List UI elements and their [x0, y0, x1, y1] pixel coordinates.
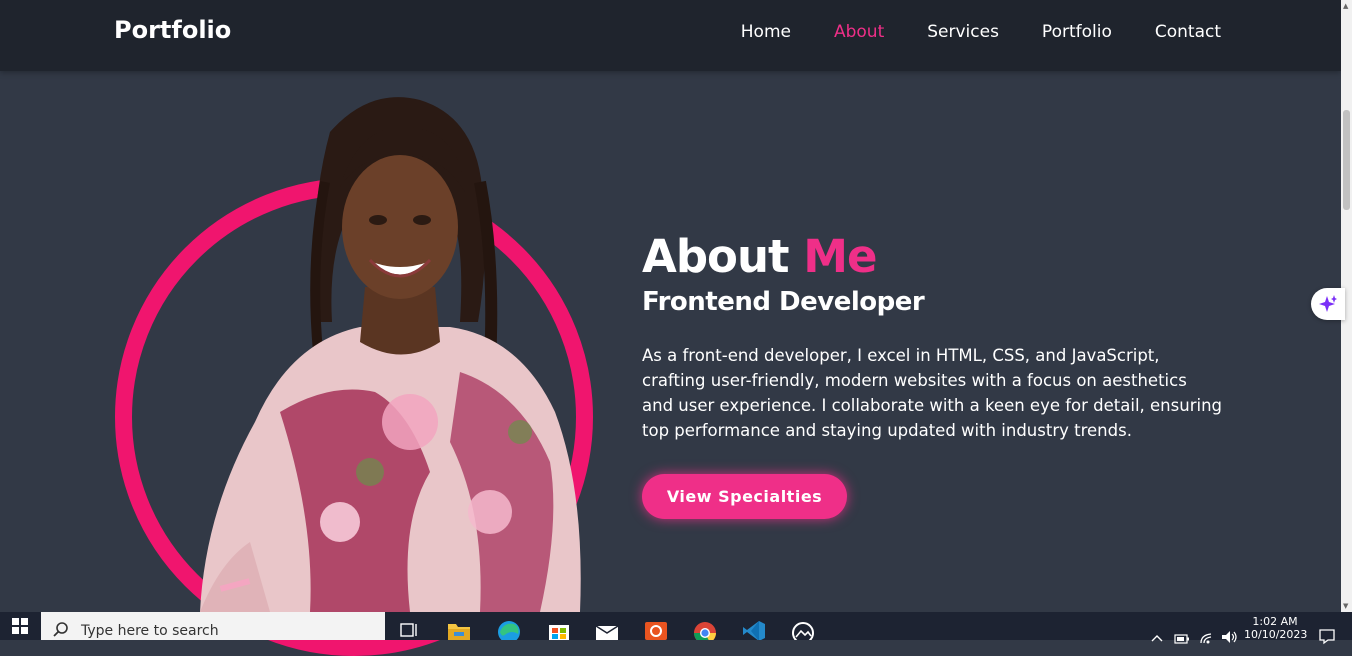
- volume-icon[interactable]: [1221, 623, 1239, 651]
- battery-icon[interactable]: [1174, 625, 1190, 653]
- task-view-icon[interactable]: [396, 618, 422, 640]
- vscode-icon[interactable]: [741, 618, 767, 640]
- sparkle-icon: [1319, 295, 1337, 312]
- notifications-icon[interactable]: [1318, 622, 1336, 650]
- store-icon[interactable]: [546, 618, 572, 640]
- file-explorer-icon[interactable]: [446, 618, 472, 640]
- start-button[interactable]: [0, 612, 40, 640]
- search-icon: [53, 622, 68, 637]
- scroll-down-arrow-icon[interactable]: ▼: [1343, 602, 1348, 610]
- chrome-icon[interactable]: [692, 618, 718, 640]
- ai-assistant-button[interactable]: [1311, 288, 1345, 320]
- about-heading-main: About: [642, 230, 790, 283]
- windows-logo-icon: [12, 618, 28, 634]
- scroll-up-arrow-icon[interactable]: ▲: [1343, 2, 1348, 10]
- profile-photo: [200, 97, 581, 612]
- chevron-up-icon[interactable]: [1150, 624, 1164, 652]
- main-nav: Home About Services Portfolio Contact: [741, 21, 1221, 43]
- about-heading: About Me: [642, 230, 878, 283]
- ubuntu-icon[interactable]: [643, 618, 669, 640]
- clock-time: 1:02 AM: [1252, 615, 1298, 628]
- photos-icon[interactable]: [790, 618, 816, 640]
- about-subtitle: Frontend Developer: [642, 287, 925, 317]
- nav-home[interactable]: Home: [741, 21, 791, 43]
- about-bio: As a front-end developer, I excel in HTM…: [642, 346, 1222, 440]
- wifi-icon[interactable]: [1199, 624, 1215, 652]
- scroll-thumb[interactable]: [1343, 110, 1350, 210]
- nav-about[interactable]: About: [834, 21, 884, 43]
- clock-date: 10/10/2023: [1244, 628, 1308, 641]
- view-specialties-button[interactable]: View Specialties: [642, 474, 847, 519]
- nav-portfolio[interactable]: Portfolio: [1042, 21, 1112, 43]
- nav-contact[interactable]: Contact: [1155, 21, 1221, 43]
- edge-icon[interactable]: [496, 618, 522, 640]
- taskbar-clock[interactable]: 1:02 AM 10/10/2023: [1244, 615, 1308, 641]
- taskbar-search-box[interactable]: Type here to search: [41, 612, 385, 640]
- site-logo[interactable]: Portfolio: [114, 16, 231, 44]
- search-placeholder: Type here to search: [81, 623, 219, 639]
- nav-services[interactable]: Services: [927, 21, 999, 43]
- site-header: Portfolio Home About Services Portfolio …: [0, 0, 1341, 71]
- windows-taskbar: Type here to search 1:02 AM 10/10/2023: [0, 612, 1352, 645]
- mail-icon[interactable]: [594, 618, 620, 640]
- about-heading-accent: Me: [803, 230, 877, 283]
